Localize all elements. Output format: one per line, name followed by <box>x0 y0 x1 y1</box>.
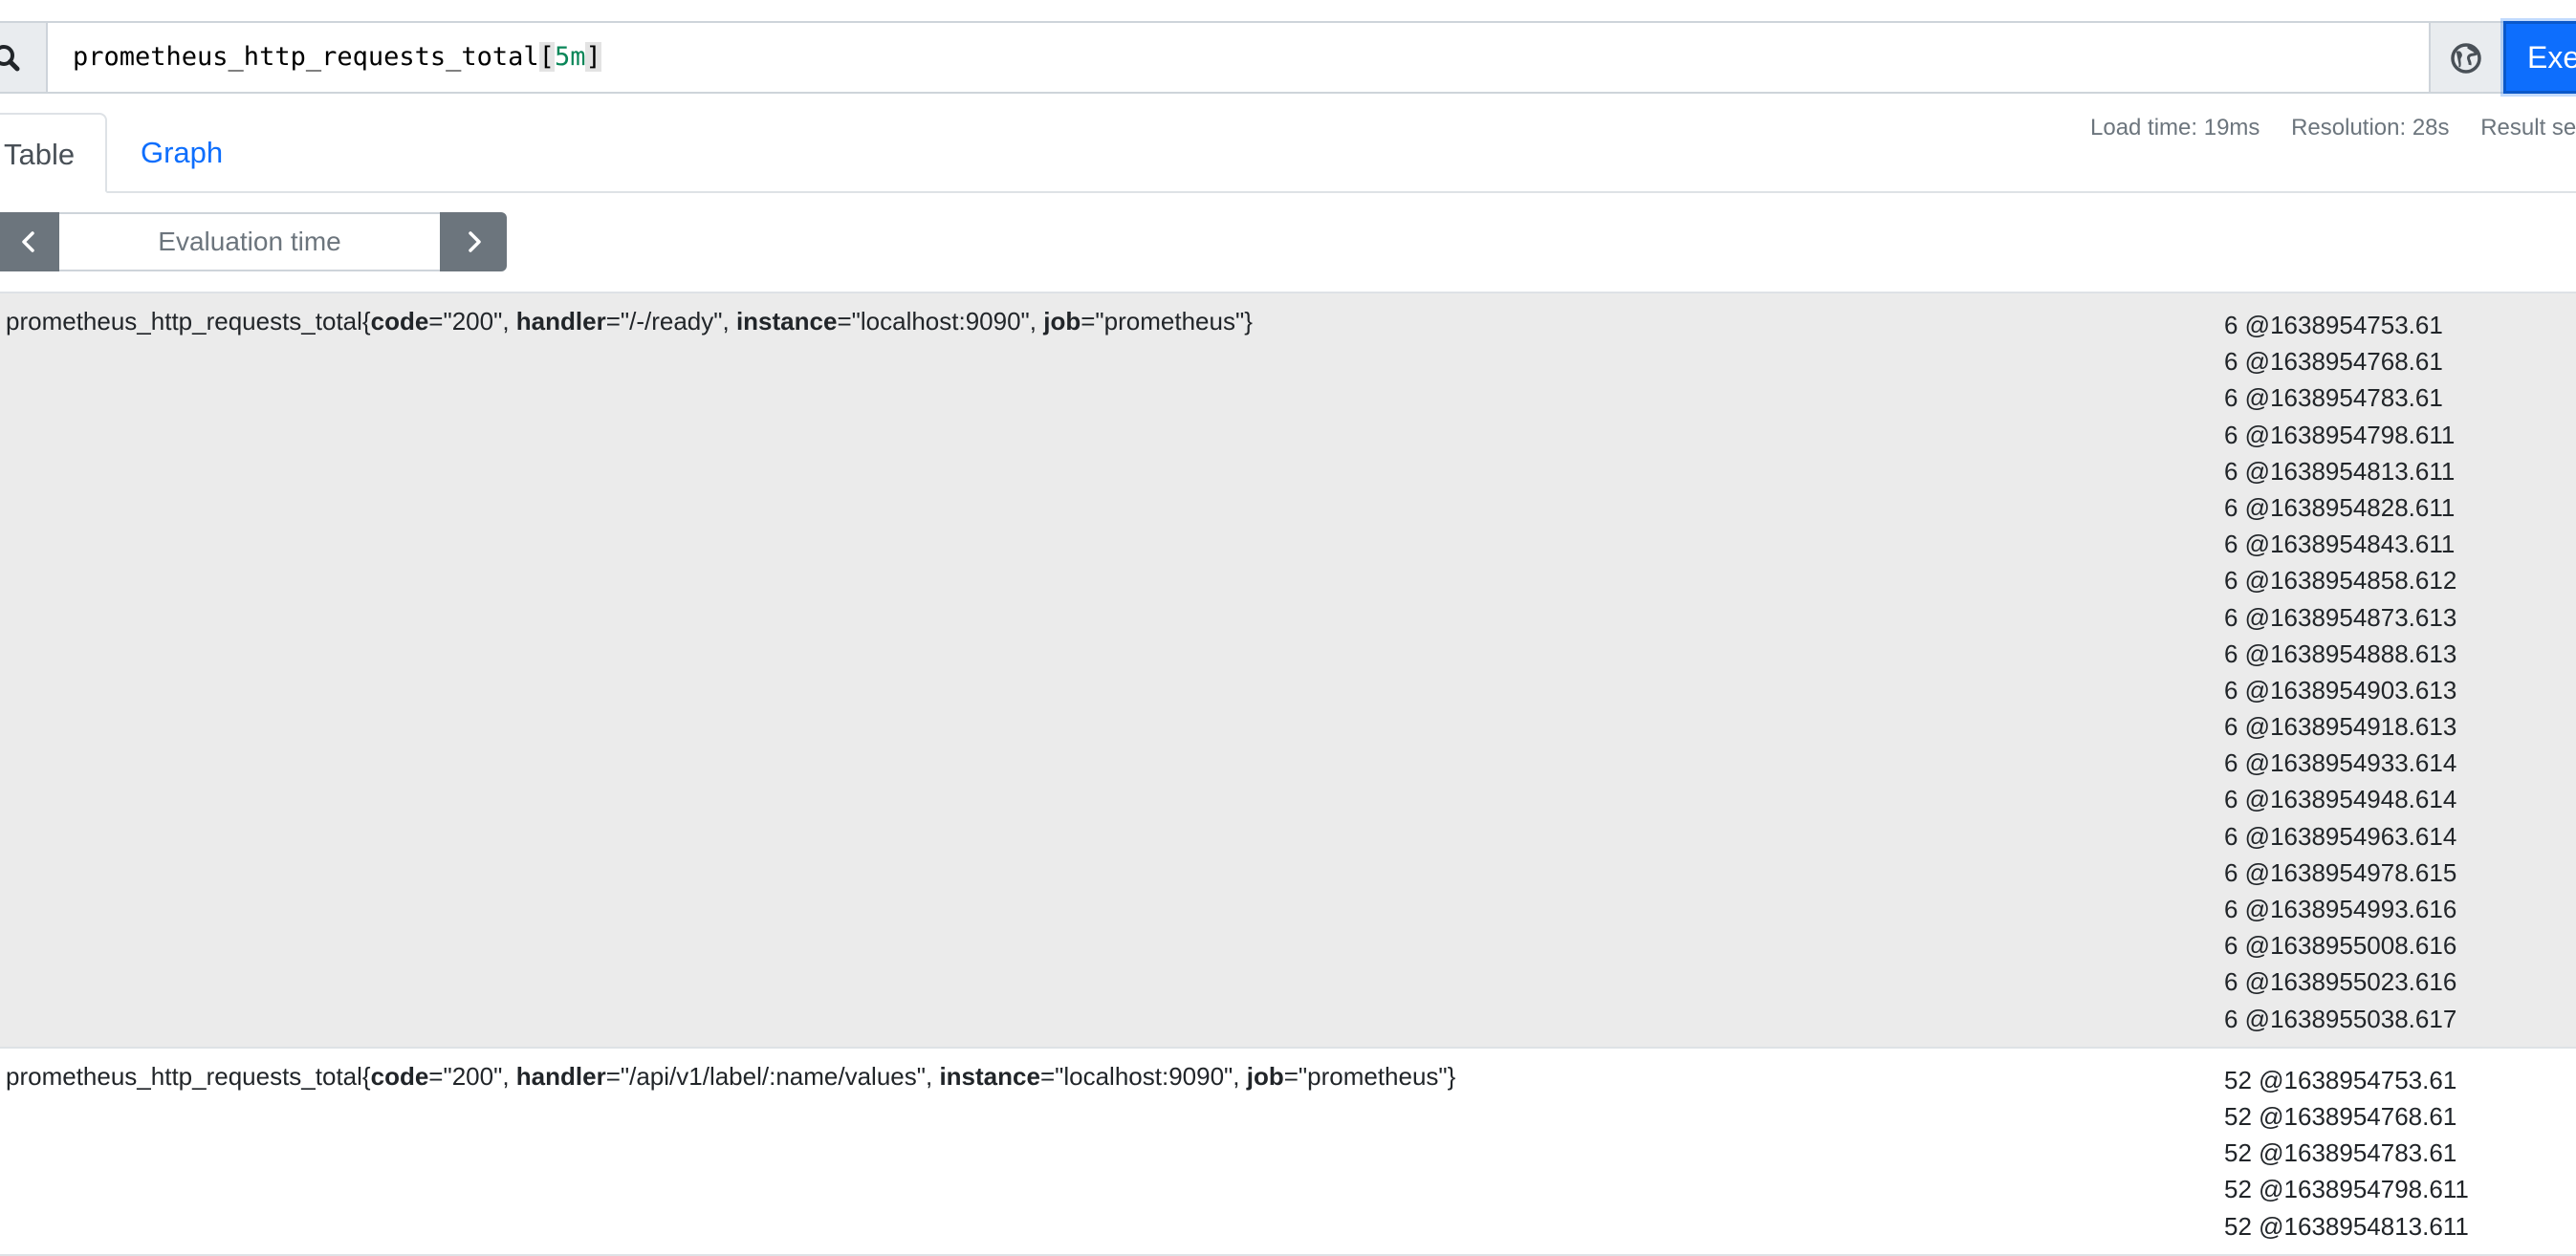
sample-value: 6 @1638954858.612 <box>2224 566 2457 596</box>
sample-value: 6 @1638954993.616 <box>2224 895 2457 923</box>
results-table: prometheus_http_requests_total{code="200… <box>0 292 2576 1256</box>
sample-value: 6 @1638954843.611 <box>2224 530 2456 559</box>
label-key: handler <box>515 307 606 336</box>
sample-value: 52 @1638954768.61 <box>2224 1101 2457 1131</box>
metrics-explorer-button[interactable] <box>2429 23 2503 92</box>
label-value: ="200" <box>428 307 503 336</box>
execute-button[interactable]: Execute <box>2503 21 2576 94</box>
table-row: prometheus_http_requests_total{code="200… <box>0 293 2576 1049</box>
sample-value: 52 @1638954813.611 <box>2224 1211 2469 1241</box>
tab-graph[interactable]: Graph <box>141 113 223 193</box>
label-key: code <box>370 1061 429 1091</box>
label-value: ="localhost:9090" <box>837 307 1030 336</box>
query-stats: Load time: 19ms Resolution: 28s Result s… <box>2090 115 2576 141</box>
search-addon <box>0 23 48 92</box>
search-icon <box>0 45 20 72</box>
sample-value: 6 @1638954813.611 <box>2224 456 2456 486</box>
label-value: ="localhost:9090" <box>1039 1061 1233 1091</box>
sample-value: 6 @1638955038.617 <box>2224 1004 2457 1033</box>
label-key: instance <box>735 307 838 336</box>
label-key: instance <box>939 1061 1040 1091</box>
query-open-bracket: [ <box>538 42 555 72</box>
query-range: 5m <box>554 42 586 72</box>
chevron-left-icon <box>22 231 34 252</box>
sample-value: 6 @1638954933.614 <box>2224 748 2457 778</box>
sample-values: 52 @1638954753.61 52 @1638954768.61 52 @16… <box>2224 1049 2576 1254</box>
sample-value: 6 @1638954978.615 <box>2224 857 2457 887</box>
globe-icon <box>2451 43 2481 74</box>
sample-value: 6 @1638955023.616 <box>2224 967 2457 997</box>
sample-value: 6 @1638954963.614 <box>2224 821 2457 851</box>
query-close-bracket: ] <box>585 42 601 72</box>
sample-value: 6 @1638954753.61 <box>2224 311 2443 339</box>
label-key: code <box>370 307 429 336</box>
label-value: ="prometheus" <box>1081 307 1245 336</box>
result-series-stat: Result series: 12 <box>2480 115 2576 141</box>
sample-value: 6 @1638954948.614 <box>2224 785 2457 814</box>
label-value: ="/-/ready" <box>605 307 723 336</box>
eval-time-next-button[interactable] <box>440 212 507 271</box>
expression-input[interactable]: prometheus_http_requests_total[5m] <box>73 23 601 92</box>
label-value: ="200" <box>428 1061 503 1091</box>
series-metric-name: prometheus_http_requests_total <box>6 307 362 336</box>
sample-value: 6 @1638954768.61 <box>2224 347 2443 377</box>
sample-value: 6 @1638954828.611 <box>2224 492 2456 522</box>
series-metric-name: prometheus_http_requests_total <box>6 1061 362 1091</box>
query-metric: prometheus_http_requests_total <box>73 42 539 72</box>
series-label: prometheus_http_requests_total{code="200… <box>6 1061 1456 1091</box>
eval-time-prev-button[interactable] <box>0 212 59 271</box>
sample-value: 6 @1638954888.613 <box>2224 639 2457 668</box>
sample-value: 52 @1638954753.61 <box>2224 1065 2457 1094</box>
chevron-right-icon <box>469 231 481 252</box>
sample-value: 6 @1638954873.613 <box>2224 602 2457 632</box>
sample-value: 6 @1638954918.613 <box>2224 712 2457 742</box>
sample-value: 52 @1638954783.61 <box>2224 1138 2457 1168</box>
expression-bar: prometheus_http_requests_total[5m] Execu… <box>0 21 2576 94</box>
sample-value: 6 @1638954903.613 <box>2224 675 2457 704</box>
sample-value: 6 @1638955008.616 <box>2224 931 2457 961</box>
label-value: ="/api/v1/label/:name/values" <box>605 1061 926 1091</box>
sample-value: 6 @1638954798.611 <box>2224 420 2456 449</box>
table-row: prometheus_http_requests_total{code="200… <box>0 1049 2576 1256</box>
sample-value: 6 @1638954783.61 <box>2224 383 2443 413</box>
label-key: job <box>1043 307 1081 336</box>
sample-value: 52 @1638954798.611 <box>2224 1175 2469 1204</box>
label-key: job <box>1246 1061 1284 1091</box>
sample-values: 6 @1638954753.61 6 @1638954768.61 6 @16389… <box>2224 293 2576 1047</box>
series-label: prometheus_http_requests_total{code="200… <box>6 307 1253 336</box>
label-key: handler <box>515 1061 606 1091</box>
load-time-stat: Load time: 19ms <box>2090 115 2260 141</box>
tab-table[interactable]: Table <box>0 113 107 193</box>
resolution-stat: Resolution: 28s <box>2291 115 2450 141</box>
label-value: ="prometheus" <box>1283 1061 1448 1091</box>
evaluation-time-input[interactable]: Evaluation time <box>59 212 440 271</box>
